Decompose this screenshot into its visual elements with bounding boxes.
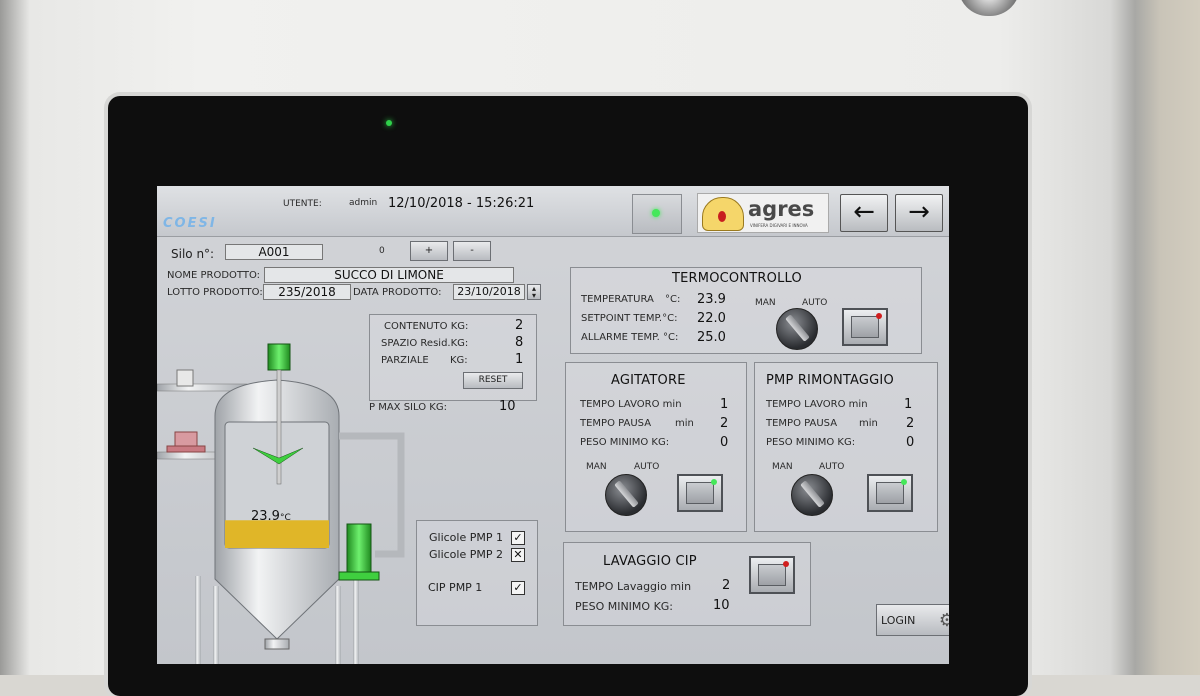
forward-button[interactable]: → bbox=[895, 194, 943, 232]
termo-row-unit: °C: bbox=[665, 294, 681, 305]
agitatore-row-label: TEMPO PAUSA bbox=[580, 418, 652, 429]
termo-row-label: TEMPERATURA bbox=[581, 294, 654, 305]
pump-label: Glicole PMP 1 bbox=[429, 531, 503, 544]
agitatore-row-value: 1 bbox=[720, 397, 729, 412]
agitatore-status-led-icon bbox=[711, 479, 717, 485]
content-row-value: 1 bbox=[515, 352, 524, 367]
top-bar: COESI UTENTE: admin 12/10/2018 - 15:26:2… bbox=[157, 186, 949, 237]
pump-label: CIP PMP 1 bbox=[428, 581, 483, 594]
pump-label: Glicole PMP 2 bbox=[429, 548, 503, 561]
rimontaggio-row-label: PESO MINIMO KG: bbox=[766, 437, 856, 448]
rimontaggio-man-label: MAN bbox=[772, 462, 793, 472]
product-name-label: NOME PRODOTTO: bbox=[167, 270, 261, 281]
rimontaggio-auto-label: AUTO bbox=[819, 462, 845, 472]
content-row-value: 2 bbox=[515, 318, 524, 333]
agitatore-mode-switch[interactable] bbox=[605, 474, 647, 516]
login-label: LOGIN bbox=[881, 614, 916, 627]
termo-man-label: MAN bbox=[755, 298, 776, 308]
termo-status-led-icon bbox=[876, 313, 882, 319]
tank-temperature: 23.9°C bbox=[251, 509, 291, 524]
agitatore-man-label: MAN bbox=[586, 462, 607, 472]
reset-button[interactable]: RESET bbox=[463, 372, 523, 389]
rimontaggio-row-value: 1 bbox=[904, 397, 913, 412]
pump-checkbox[interactable]: ✓ bbox=[511, 581, 525, 595]
lavaggio-row-label: PESO MINIMO KG: bbox=[575, 600, 674, 613]
status-led-button[interactable] bbox=[632, 194, 682, 234]
lot-field[interactable]: 235/2018 bbox=[263, 284, 351, 300]
rimontaggio-row-label: TEMPO LAVORO min bbox=[766, 399, 868, 410]
termo-row-label: SETPOINT TEMP.°C: bbox=[581, 313, 678, 324]
lot-label: LOTTO PRODOTTO: bbox=[167, 287, 263, 298]
rimontaggio-row-unit: min bbox=[859, 418, 878, 429]
datetime: 12/10/2018 - 15:26:21 bbox=[388, 196, 535, 211]
agitatore-row-value: 2 bbox=[720, 416, 729, 431]
rimontaggio-row-value: 2 bbox=[906, 416, 915, 431]
silo-diagram bbox=[157, 343, 405, 664]
termo-row-value: 22.0 bbox=[697, 311, 726, 326]
date-field[interactable]: 23/10/2018 bbox=[453, 284, 525, 300]
agitatore-row-label: TEMPO LAVORO min bbox=[580, 399, 682, 410]
agres-logo: agres VINIFERA DIGIVARI E INNOVA bbox=[697, 193, 829, 233]
coesi-logo: COESI bbox=[163, 216, 217, 231]
agres-wordmark: agres bbox=[748, 197, 815, 221]
termo-row-label: ALLARME TEMP. °C: bbox=[581, 332, 679, 343]
arrow-left-icon: ← bbox=[853, 197, 875, 227]
lavaggio-row-value: 10 bbox=[713, 598, 730, 613]
login-button[interactable]: LOGIN ⚙ bbox=[876, 604, 949, 636]
rimontaggio-mode-switch[interactable] bbox=[791, 474, 833, 516]
silo-field[interactable]: A001 bbox=[225, 244, 323, 260]
agitatore-auto-label: AUTO bbox=[634, 462, 660, 472]
agres-drop-red-icon bbox=[718, 211, 726, 222]
lavaggio-status-led-icon bbox=[783, 561, 789, 567]
silo-counter: 0 bbox=[379, 246, 385, 256]
termo-row-value: 25.0 bbox=[697, 330, 726, 345]
agitatore-title: AGITATORE bbox=[611, 373, 686, 388]
rimontaggio-run-button[interactable] bbox=[867, 474, 913, 512]
power-led-icon bbox=[386, 120, 392, 126]
termo-mode-switch[interactable] bbox=[776, 308, 818, 350]
termo-auto-label: AUTO bbox=[802, 298, 828, 308]
agitatore-row-unit: min bbox=[675, 418, 694, 429]
termo-run-button[interactable] bbox=[842, 308, 888, 346]
spinner-down-icon: ▾ bbox=[531, 291, 536, 300]
silo-minus-button[interactable]: - bbox=[453, 241, 491, 261]
user-label: UTENTE: bbox=[283, 199, 322, 209]
pump-checkbox[interactable]: ✕ bbox=[511, 548, 525, 562]
pmax-value: 10 bbox=[499, 399, 516, 414]
arrow-right-icon: → bbox=[908, 197, 930, 227]
termocontrollo-title: TERMOCONTROLLO bbox=[672, 271, 802, 286]
rimontaggio-row-value: 0 bbox=[906, 435, 915, 450]
rimontaggio-title: PMP RIMONTAGGIO bbox=[766, 373, 894, 388]
silo-label: Silo n°: bbox=[171, 247, 215, 261]
agitatore-run-button[interactable] bbox=[677, 474, 723, 512]
date-spinner-button[interactable]: ▴ ▾ bbox=[527, 284, 541, 300]
silo-plus-button[interactable]: + bbox=[410, 241, 448, 261]
agitatore-row-value: 0 bbox=[720, 435, 729, 450]
user-value: admin bbox=[349, 198, 378, 208]
tank-temp-value: 23.9 bbox=[251, 509, 280, 524]
pump-checkbox[interactable]: ✓ bbox=[511, 531, 525, 545]
hmi-screen: COESI UTENTE: admin 12/10/2018 - 15:26:2… bbox=[157, 186, 949, 664]
tank-temp-unit: °C bbox=[279, 513, 291, 523]
lavaggio-title: LAVAGGIO CIP bbox=[603, 554, 697, 569]
content-row-unit: KG: bbox=[450, 355, 468, 366]
date-label: DATA PRODOTTO: bbox=[353, 287, 442, 298]
lavaggio-run-button[interactable] bbox=[749, 556, 795, 594]
rimontaggio-status-led-icon bbox=[901, 479, 907, 485]
agitatore-row-label: PESO MINIMO KG: bbox=[580, 437, 670, 448]
content-row-label: CONTENUTO KG: bbox=[384, 321, 469, 332]
led-green-icon bbox=[652, 209, 660, 217]
agres-tagline: VINIFERA DIGIVARI E INNOVA bbox=[750, 223, 808, 228]
content-row-value: 8 bbox=[515, 335, 524, 350]
lavaggio-row-label: TEMPO Lavaggio min bbox=[575, 580, 692, 593]
lavaggio-row-value: 2 bbox=[722, 578, 731, 593]
back-button[interactable]: ← bbox=[840, 194, 888, 232]
gear-icon: ⚙ bbox=[938, 610, 949, 631]
termo-row-value: 23.9 bbox=[697, 292, 726, 307]
rimontaggio-row-label: TEMPO PAUSA bbox=[766, 418, 838, 429]
product-name-field[interactable]: SUCCO DI LIMONE bbox=[264, 267, 514, 283]
